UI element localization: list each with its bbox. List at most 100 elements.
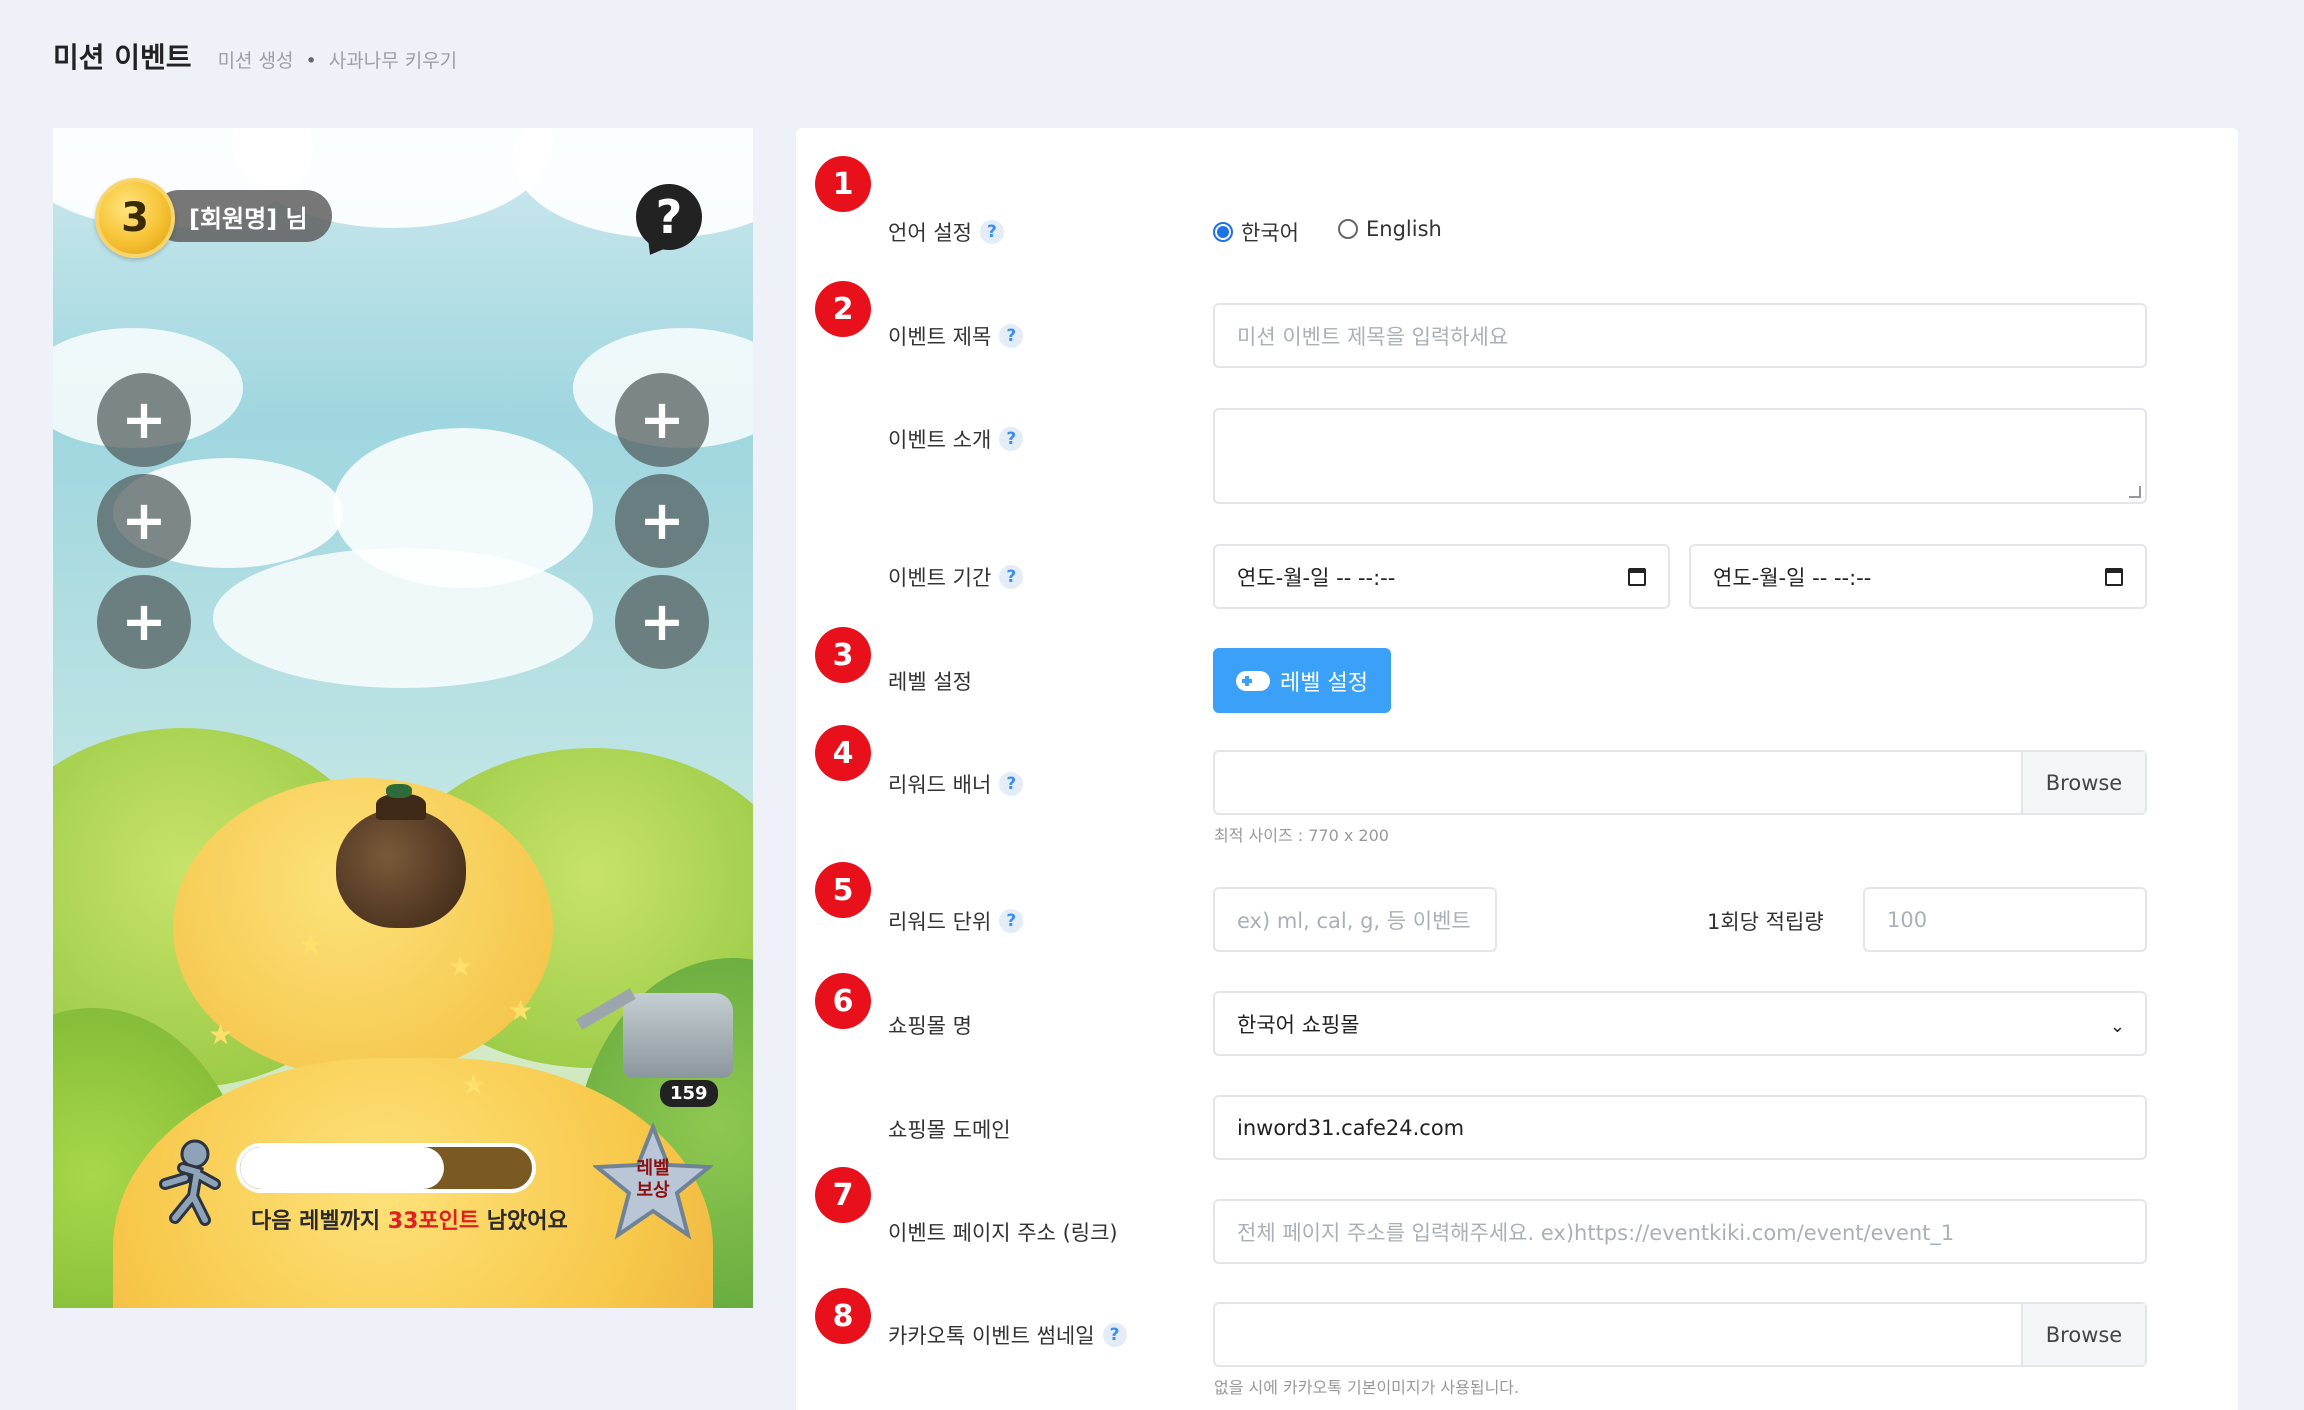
- calendar-icon[interactable]: [2105, 567, 2123, 586]
- add-slot-left-1[interactable]: +: [97, 373, 191, 467]
- shopping-domain-input[interactable]: inword31.cafe24.com: [1213, 1095, 2147, 1160]
- kakao-thumbnail-file-input[interactable]: Browse: [1213, 1302, 2147, 1367]
- shopping-domain-label-text: 쇼핑몰 도메인: [888, 1118, 1011, 1142]
- step-number-2: 2: [815, 281, 871, 337]
- reward-line-1: 레벨: [636, 1158, 670, 1179]
- step-number-5: 5: [815, 862, 871, 918]
- help-icon[interactable]: ?: [999, 565, 1024, 589]
- cloud: [513, 128, 753, 238]
- water-count-badge: 159: [660, 1080, 718, 1107]
- language-option-korean: 한국어: [1241, 221, 1299, 245]
- reward-banner-label: 리워드 배너?: [888, 769, 1024, 799]
- level-progress-bar: [236, 1143, 536, 1193]
- event-period-label: 이벤트 기간?: [888, 562, 1024, 592]
- add-slot-left-3[interactable]: +: [97, 575, 191, 669]
- step-number-8: 8: [815, 1288, 871, 1344]
- kakao-thumbnail-hint: 없을 시에 카카오톡 기본이미지가 사용됩니다.: [1214, 1378, 1520, 1397]
- per-amount-input[interactable]: 100: [1863, 887, 2147, 952]
- breadcrumb-mission-create[interactable]: 미션 생성: [218, 46, 294, 73]
- level-setting-button-label: 레벨 설정: [1280, 670, 1368, 696]
- star-decoration: ★: [208, 1018, 234, 1051]
- help-icon[interactable]: ?: [999, 909, 1024, 933]
- event-page-url-input[interactable]: 전체 페이지 주소를 입력해주세요. ex)https://eventkiki.…: [1213, 1199, 2147, 1264]
- help-icon[interactable]: ?: [999, 324, 1024, 348]
- reward-banner-label-text: 리워드 배너: [888, 773, 992, 797]
- page-header: 미션 이벤트 미션 생성 • 사과나무 키우기: [53, 36, 457, 76]
- add-slot-left-2[interactable]: +: [97, 474, 191, 568]
- language-option-english: English: [1366, 217, 1442, 241]
- step-number-7: 7: [815, 1167, 871, 1223]
- add-slot-right-3[interactable]: +: [615, 575, 709, 669]
- gamepad-icon: [1236, 670, 1271, 691]
- language-radio-english[interactable]: English: [1338, 217, 1442, 241]
- level-setting-label: 레벨 설정: [888, 666, 972, 696]
- help-icon[interactable]: ?: [979, 220, 1004, 244]
- reward-unit-label-text: 리워드 단위: [888, 910, 992, 934]
- progress-text-suffix: 남았어요: [479, 1209, 568, 1234]
- reward-banner-hint: 최적 사이즈 : 770 x 200: [1214, 826, 1389, 845]
- star-decoration: ★: [448, 950, 474, 983]
- kakao-thumbnail-label-text: 카카오톡 이벤트 썸네일: [888, 1324, 1095, 1348]
- reward-line-2: 보상: [636, 1180, 670, 1201]
- level-progress-fill: [240, 1147, 445, 1189]
- shopping-mall-label: 쇼핑몰 명: [888, 1010, 972, 1040]
- progress-text-prefix: 다음 레벨까지: [251, 1209, 388, 1234]
- add-slot-right-1[interactable]: +: [615, 373, 709, 467]
- kakao-thumbnail-label: 카카오톡 이벤트 썸네일?: [888, 1320, 1127, 1350]
- game-preview: ★ ★ ★ ★ ★ 3 [회원명] 님 ? + + + + + + 159 다음…: [53, 128, 753, 1308]
- event-intro-label: 이벤트 소개?: [888, 424, 1024, 454]
- shopping-mall-select[interactable]: 한국어 쇼핑몰 ⌄: [1213, 991, 2147, 1056]
- member-name-pill: [회원명] 님: [153, 190, 332, 242]
- progress-points: 33포인트: [387, 1209, 480, 1234]
- star-decoration: ★: [461, 1068, 487, 1101]
- help-icon[interactable]: ?: [999, 427, 1024, 451]
- radio-checked-icon: [1213, 222, 1233, 242]
- per-amount-label: 1회당 적립량: [1707, 910, 1824, 934]
- language-radio-korean[interactable]: 한국어: [1213, 217, 1299, 247]
- level-setting-button[interactable]: 레벨 설정: [1213, 648, 1391, 713]
- event-title-input[interactable]: 미션 이벤트 제목을 입력하세요: [1213, 303, 2147, 368]
- level-badge: 3: [95, 178, 175, 258]
- seed-bag-icon: [336, 784, 466, 928]
- event-title-label: 이벤트 제목?: [888, 321, 1024, 351]
- reward-unit-label: 리워드 단위?: [888, 906, 1024, 936]
- cloud: [213, 548, 593, 688]
- help-icon[interactable]: ?: [1102, 1323, 1127, 1347]
- help-icon[interactable]: ?: [999, 772, 1024, 796]
- event-title-label-text: 이벤트 제목: [888, 325, 992, 349]
- watering-can-icon[interactable]: [623, 993, 733, 1078]
- step-number-3: 3: [815, 627, 871, 683]
- step-number-6: 6: [815, 973, 871, 1029]
- reward-banner-file-input[interactable]: Browse: [1213, 750, 2147, 815]
- star-decoration: ★: [508, 994, 534, 1027]
- resize-handle-icon[interactable]: [2129, 486, 2141, 498]
- level-setting-label-text: 레벨 설정: [888, 670, 972, 694]
- event-end-datetime-input[interactable]: 연도-월-일 -- --:--: [1689, 544, 2147, 609]
- help-icon[interactable]: ?: [636, 184, 702, 250]
- event-page-url-label-text: 이벤트 페이지 주소 (링크): [888, 1221, 1118, 1245]
- chevron-down-icon: ⌄: [2109, 1015, 2125, 1037]
- calendar-icon[interactable]: [1628, 567, 1646, 586]
- event-intro-textarea[interactable]: [1213, 408, 2147, 504]
- add-slot-right-2[interactable]: +: [615, 474, 709, 568]
- event-intro-label-text: 이벤트 소개: [888, 428, 992, 452]
- step-number-1: 1: [815, 156, 871, 212]
- shopping-mall-selected: 한국어 쇼핑몰: [1237, 1012, 1360, 1037]
- event-start-datetime-input[interactable]: 연도-월-일 -- --:--: [1213, 544, 1670, 609]
- reward-banner-browse-button[interactable]: Browse: [2021, 752, 2145, 813]
- progress-text: 다음 레벨까지 33포인트 남았어요: [251, 1203, 568, 1235]
- shopping-domain-label: 쇼핑몰 도메인: [888, 1114, 1011, 1144]
- language-label: 언어 설정?: [888, 217, 1004, 247]
- event-start-datetime-value: 연도-월-일 -- --:--: [1237, 565, 1396, 590]
- shopping-mall-label-text: 쇼핑몰 명: [888, 1014, 972, 1038]
- kakao-thumbnail-browse-button[interactable]: Browse: [2021, 1304, 2145, 1365]
- event-end-datetime-value: 연도-월-일 -- --:--: [1713, 565, 1872, 590]
- reward-unit-input[interactable]: ex) ml, cal, g, 등 이벤트: [1213, 887, 1497, 952]
- breadcrumb-separator: •: [305, 50, 317, 72]
- breadcrumb-apple-tree[interactable]: 사과나무 키우기: [329, 46, 457, 73]
- runner-icon: [159, 1139, 221, 1226]
- radio-unchecked-icon: [1338, 219, 1358, 239]
- event-page-url-label: 이벤트 페이지 주소 (링크): [888, 1217, 1118, 1247]
- page-title: 미션 이벤트: [53, 41, 192, 74]
- language-label-text: 언어 설정: [888, 221, 972, 245]
